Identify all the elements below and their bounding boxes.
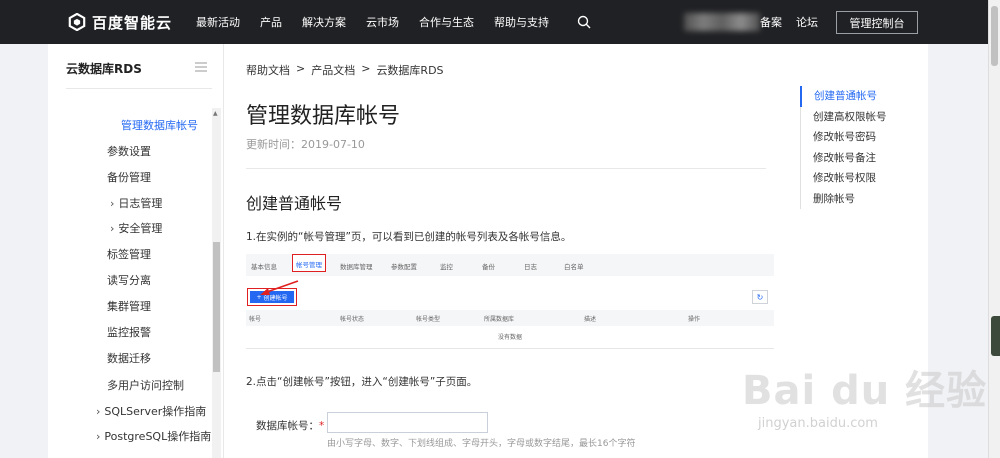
shot-tab: 参数配置 [391, 263, 417, 271]
sidebar-item-label: 安全管理 [118, 222, 163, 235]
sidebar-item-monitoring[interactable]: 监控报警 [107, 324, 151, 340]
watermark-text: Bai du 经验 [742, 368, 988, 414]
refresh-icon: ↻ [752, 290, 768, 304]
account-field-label-text: 数据库帐号： [256, 420, 319, 432]
toc-item-change-permission[interactable]: 修改帐号权限 [801, 168, 887, 189]
breadcrumb-help-docs[interactable]: 帮助文档 [246, 62, 290, 78]
shot-empty-text: 没有数据 [497, 334, 522, 341]
nav-item-help[interactable]: 帮助与支持 [494, 14, 549, 30]
step-1-text: 1.在实例的“帐号管理”页，可以看到已创建的帐号列表及各帐号信息。 [246, 231, 572, 243]
section-title: 创建普通帐号 [246, 194, 343, 213]
baidu-cloud-logo-icon [68, 13, 86, 31]
sidebar-item-tags[interactable]: 标签管理 [107, 246, 151, 262]
toc-item-change-remark[interactable]: 修改帐号备注 [801, 148, 887, 169]
shot-tab-active-highlight: 帐号管理 [292, 254, 326, 272]
search-icon[interactable] [577, 15, 591, 29]
menu-icon[interactable] [195, 62, 207, 72]
shot-column-header: 帐号状态 [340, 316, 365, 323]
nav-right-links: 备案 论坛 [760, 0, 832, 44]
chevron-right-icon: › [96, 405, 101, 418]
brand-name: 百度智能云 [92, 13, 173, 32]
sidebar-scrollbar[interactable]: ▲ [212, 108, 221, 458]
breadcrumb-separator: > [296, 62, 306, 75]
content-divider [246, 168, 766, 169]
toc-item-create-admin[interactable]: 创建高权限帐号 [801, 107, 887, 128]
page-scroll-thumb[interactable] [991, 6, 998, 66]
sidebar-item-label: 日志管理 [118, 197, 163, 210]
sidebar-divider [66, 88, 212, 89]
sidebar-item-backup[interactable]: 备份管理 [107, 169, 151, 185]
sidebar-item-sqlserver[interactable]: › SQLServer操作指南 [96, 403, 206, 419]
chevron-right-icon: › [110, 222, 115, 235]
watermark-url: jingyan.baidu.com [758, 416, 878, 431]
embedded-screenshot: 基本信息 数据库管理 参数配置 监控 备份 日志 白名单 帐号管理 + 创建帐号 … [246, 252, 774, 350]
step-2-text: 2.点击“创建帐号”按钮，进入“创建帐号”子页面。 [246, 376, 478, 388]
shot-table-header: 帐号 帐号状态 帐号类型 所属数据库 描述 操作 [246, 310, 774, 326]
nav-item-partners[interactable]: 合作与生态 [419, 14, 474, 30]
table-of-contents: 创建普通帐号 创建高权限帐号 修改帐号密码 修改帐号备注 修改帐号权限 删除帐号 [800, 86, 887, 209]
page-scrollbar[interactable] [988, 0, 1000, 458]
side-feedback-tab[interactable] [991, 316, 1000, 356]
shot-column-header: 帐号 [249, 316, 262, 323]
shot-tab: 基本信息 [251, 263, 277, 271]
sidebar-title: 云数据库RDS [66, 62, 142, 76]
shot-tab: 白名单 [564, 263, 584, 271]
brand-logo[interactable]: 百度智能云 [68, 12, 172, 33]
sidebar: 云数据库RDS 管理数据库帐号 参数设置 备份管理 › 日志管理 › 安全管理 标签… [48, 44, 224, 458]
sidebar-item-postgresql[interactable]: › PostgreSQL操作指南 [96, 428, 211, 444]
required-mark: * [319, 420, 325, 432]
sidebar-scroll-thumb[interactable] [213, 242, 220, 372]
page-title: 管理数据库帐号 [246, 104, 401, 129]
shot-column-header: 帐号类型 [416, 316, 441, 323]
shot-tab: 备份 [482, 263, 495, 271]
console-button[interactable]: 管理控制台 [836, 11, 918, 34]
nav-item-forum[interactable]: 论坛 [796, 14, 818, 30]
sidebar-item-params[interactable]: 参数设置 [107, 143, 151, 159]
sidebar-item-label: SQLServer操作指南 [104, 405, 207, 418]
main-nav: 最新活动 产品 解决方案 云市场 合作与生态 帮助与支持 [196, 14, 569, 30]
annotation-arrow-icon [260, 280, 299, 295]
account-name-input[interactable] [327, 412, 488, 433]
breadcrumb-rds[interactable]: 云数据库RDS [376, 62, 443, 78]
shot-bottom-border [246, 348, 774, 349]
sidebar-item-iam[interactable]: 多用户访问控制 [107, 377, 184, 393]
toc-item-create-normal[interactable]: 创建普通帐号 [800, 86, 887, 107]
update-time: 更新时间：2019-07-10 [246, 138, 365, 151]
chevron-right-icon: › [96, 430, 101, 443]
nav-item-activities[interactable]: 最新活动 [196, 14, 240, 30]
shot-column-header: 操作 [688, 316, 701, 323]
sidebar-item-rw-split[interactable]: 读写分离 [107, 272, 151, 288]
sidebar-item-security[interactable]: › 安全管理 [110, 220, 162, 236]
baidu-jingyan-watermark: Bai du 经验 jingyan.baidu.com [742, 358, 986, 438]
nav-item-solutions[interactable]: 解决方案 [302, 14, 346, 30]
toc-item-delete[interactable]: 删除帐号 [801, 189, 887, 210]
nav-item-products[interactable]: 产品 [260, 14, 282, 30]
sidebar-item-migration[interactable]: 数据迁移 [107, 350, 151, 366]
account-field-hint: 由小写字母、数字、下划线组成、字母开头，字母或数字结尾，最长16个字符 [327, 439, 636, 449]
sidebar-item-logs[interactable]: › 日志管理 [110, 195, 162, 211]
sidebar-item-label: PostgreSQL操作指南 [104, 430, 212, 443]
shot-tab: 监控 [440, 263, 453, 271]
breadcrumb-product-docs[interactable]: 产品文档 [311, 62, 355, 78]
nav-item-record[interactable]: 备案 [760, 14, 782, 30]
blurred-user-info [684, 13, 760, 31]
toc-item-change-password[interactable]: 修改帐号密码 [801, 127, 887, 148]
nav-item-marketplace[interactable]: 云市场 [366, 14, 399, 30]
sidebar-item-cluster[interactable]: 集群管理 [107, 298, 151, 314]
chevron-right-icon: › [110, 197, 115, 210]
shot-tab: 日志 [524, 263, 537, 271]
shot-column-header: 所属数据库 [484, 316, 515, 323]
account-field-label: 数据库帐号：* [256, 418, 324, 433]
scroll-up-icon[interactable]: ▲ [213, 110, 218, 117]
shot-column-header: 描述 [584, 316, 597, 323]
breadcrumb-separator: > [361, 62, 371, 75]
breadcrumb: 帮助文档 > 产品文档 > 云数据库RDS [246, 62, 450, 78]
shot-active-tab-label: 帐号管理 [296, 261, 322, 269]
sidebar-item-manage-accounts[interactable]: 管理数据库帐号 [121, 117, 198, 133]
shot-tab: 数据库管理 [340, 263, 373, 271]
